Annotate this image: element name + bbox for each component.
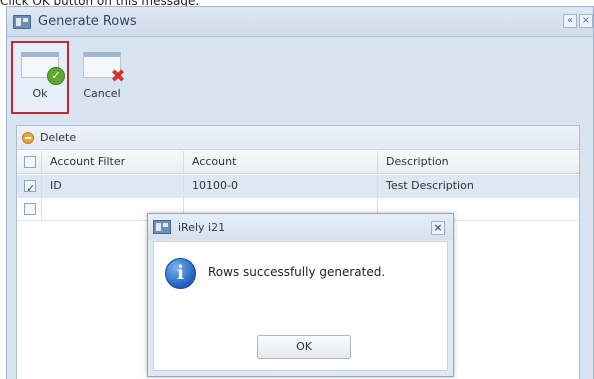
select-all-cell (17, 151, 42, 173)
delete-button-label: Delete (40, 131, 77, 144)
app-window-icon (153, 220, 171, 234)
header-account[interactable]: Account (184, 151, 378, 173)
ok-button-label: Ok (32, 87, 48, 100)
cell-description[interactable]: Test Description (378, 175, 580, 197)
grid-header: Account Filter Account Description (17, 151, 579, 174)
message-dialog: iRely i21 × i Rows successfully generate… (147, 213, 454, 377)
ok-window-icon: ✓ (21, 52, 65, 85)
select-all-checkbox[interactable] (24, 156, 36, 168)
cancel-window-icon: ✖ (83, 52, 126, 86)
row-checkbox[interactable] (24, 178, 36, 197)
row-check-cell (17, 198, 42, 220)
row-check-cell (17, 175, 42, 197)
cancel-button-label: Cancel (83, 87, 121, 100)
header-account-filter[interactable]: Account Filter (42, 151, 184, 173)
ok-button[interactable]: ✓ Ok (11, 41, 69, 114)
table-row[interactable]: ID 10100-0 Test Description (17, 175, 579, 198)
grid-toolbar: Delete (17, 126, 579, 150)
collapse-button[interactable]: « (563, 14, 577, 28)
window-close-button[interactable]: × (579, 14, 593, 28)
x-icon: ✖ (110, 66, 126, 87)
cell-account[interactable]: 10100-0 (184, 175, 378, 197)
dialog-body: i Rows successfully generated. OK (153, 241, 448, 371)
dialog-close-button[interactable]: × (431, 221, 445, 235)
app-window-icon (13, 15, 31, 29)
window-titlebar: Generate Rows « × (7, 7, 593, 37)
window-title: Generate Rows (38, 14, 137, 29)
cancel-button[interactable]: ✖ Cancel (77, 43, 127, 113)
header-description[interactable]: Description (378, 151, 580, 173)
minus-circle-icon (22, 132, 34, 144)
dialog-message: Rows successfully generated. (208, 265, 386, 279)
check-icon: ✓ (47, 67, 65, 85)
row-checkbox[interactable] (24, 203, 36, 215)
delete-button[interactable]: Delete (22, 130, 76, 146)
dialog-titlebar: iRely i21 × (148, 214, 453, 240)
dialog-ok-button[interactable]: OK (257, 335, 351, 359)
dialog-title: iRely i21 (178, 221, 226, 234)
cell-account-filter[interactable]: ID (42, 175, 184, 197)
info-icon: i (165, 258, 196, 289)
